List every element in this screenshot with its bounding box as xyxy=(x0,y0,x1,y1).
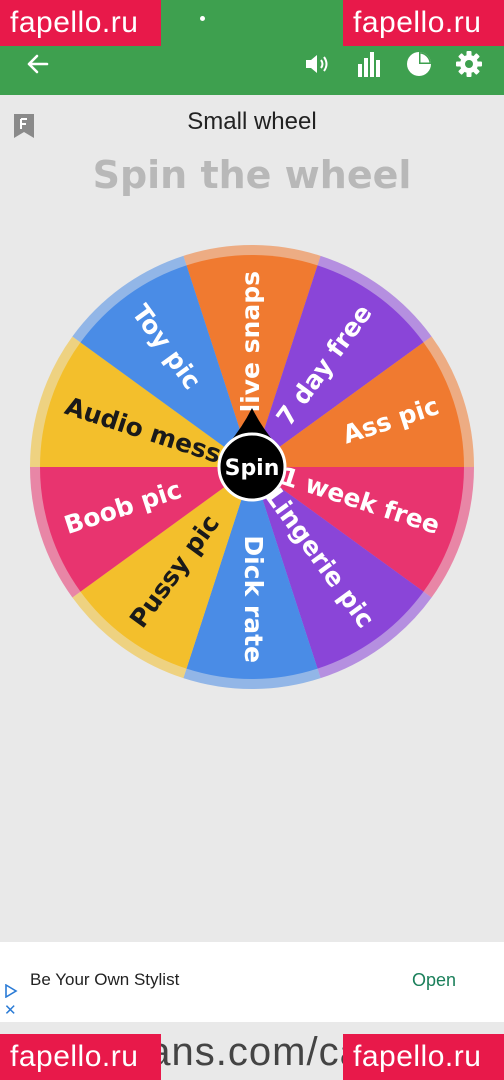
back-button[interactable] xyxy=(20,46,56,82)
settings-button[interactable] xyxy=(451,46,487,82)
ad-open-button[interactable]: Open xyxy=(412,970,456,991)
status-dot xyxy=(200,16,205,21)
page-title: Spin the wheel xyxy=(92,153,412,197)
pie-chart-icon xyxy=(407,52,431,76)
wheel-segment-label: Dick rate xyxy=(239,535,268,663)
spin-label: Spin xyxy=(225,456,280,481)
stats-button[interactable] xyxy=(351,46,387,82)
ad-choices-icon[interactable] xyxy=(4,984,18,998)
wheel-name[interactable]: Small wheel xyxy=(0,108,504,136)
watermark: fapello.ru xyxy=(0,0,161,46)
arrow-left-icon xyxy=(27,54,49,74)
bar-chart-icon xyxy=(358,52,380,77)
watermark: fapello.ru xyxy=(343,1034,504,1080)
volume-icon xyxy=(306,55,328,73)
watermark: fapello.ru xyxy=(0,1034,161,1080)
gear-icon xyxy=(456,51,482,77)
pie-chart-button[interactable] xyxy=(401,46,437,82)
watermark: fapello.ru xyxy=(343,0,504,46)
volume-button[interactable] xyxy=(301,46,337,82)
close-ad-icon[interactable]: ✕ xyxy=(4,1001,17,1019)
ad-text[interactable]: Be Your Own Stylist xyxy=(30,970,179,990)
wheel-svg: 2 live snaps 7 day freeAss pic1 week free… xyxy=(30,245,474,689)
spin-wheel[interactable]: 2 live snaps 7 day free Ass pic 1 week free… xyxy=(0,230,504,710)
